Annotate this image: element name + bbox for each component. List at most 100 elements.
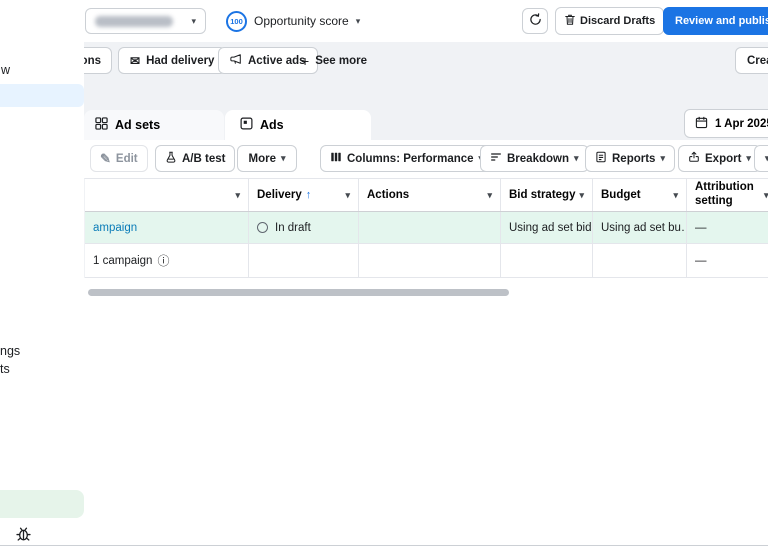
chevron-down-icon: ▾	[191, 15, 196, 26]
megaphone-icon	[230, 53, 242, 68]
discard-drafts-button[interactable]: Discard Drafts	[555, 7, 665, 35]
tab-ads[interactable]: Ads	[225, 110, 371, 140]
column-header-actions-label: Actions	[367, 189, 410, 201]
see-more-button[interactable]: + See more	[301, 47, 367, 74]
filter-chip-had-delivery-label: Had delivery	[146, 54, 215, 67]
opportunity-score[interactable]: 100 Opportunity score ▾	[226, 8, 360, 34]
trash-icon	[564, 13, 576, 29]
attribution-value: —	[695, 221, 707, 234]
envelope-icon: ✉	[130, 53, 141, 68]
table-header-row: ▾ Delivery ↑ ▾ Actions ▾ Bid strategy ▾ …	[85, 179, 768, 212]
column-header-name[interactable]: ▾	[85, 179, 249, 211]
account-selector[interactable]: ▾	[85, 8, 206, 34]
info-icon[interactable]: ⓘ	[157, 252, 169, 269]
export-button[interactable]: Export ▾	[678, 145, 761, 172]
attribution-summary-value: —	[695, 254, 707, 267]
cell-budget-empty	[593, 244, 687, 277]
column-header-delivery[interactable]: Delivery ↑ ▾	[249, 179, 359, 211]
columns-icon	[330, 151, 342, 166]
sidebar-promo-card[interactable]	[0, 490, 84, 518]
discard-drafts-label: Discard Drafts	[580, 15, 656, 27]
reports-label: Reports	[612, 152, 656, 165]
calendar-icon	[695, 116, 708, 132]
cell-campaign-name: ampaign	[85, 212, 249, 243]
sidebar-item-fragment-reports[interactable]: ts	[0, 362, 10, 376]
plus-icon: +	[301, 52, 310, 69]
edit-button[interactable]: ✎ Edit	[90, 145, 148, 172]
ab-test-button[interactable]: A/B test	[155, 145, 236, 172]
ad-sets-grid-icon	[95, 117, 108, 133]
column-header-attribution[interactable]: Attribution setting ▾	[687, 179, 768, 211]
chevron-down-icon[interactable]: ▾	[235, 190, 240, 200]
breakdown-button[interactable]: Breakdown ▾	[480, 145, 589, 172]
tab-ad-sets[interactable]: Ad sets	[84, 110, 224, 140]
budget-value: Using ad set bu…	[601, 221, 687, 234]
column-header-delivery-label: Delivery	[257, 189, 302, 201]
refresh-icon	[529, 13, 542, 29]
tab-ads-label: Ads	[260, 118, 284, 132]
chevron-down-icon[interactable]: ▾	[579, 190, 584, 200]
sidebar-item-fragment-settings[interactable]: ngs	[0, 344, 20, 358]
chevron-down-icon[interactable]: ▾	[764, 190, 768, 200]
column-header-budget[interactable]: Budget ▾	[593, 179, 687, 211]
opportunity-score-badge: 100	[226, 10, 247, 32]
sidebar-item-fragment-top[interactable]: w	[1, 63, 10, 77]
more-button[interactable]: More ▾	[237, 145, 297, 172]
tab-ad-sets-label: Ad sets	[115, 118, 161, 132]
review-publish-label: Review and publish (	[675, 15, 768, 27]
export-label: Export	[705, 152, 742, 165]
cell-attribution-summary: —	[687, 244, 768, 277]
create-button[interactable]: Create	[735, 47, 768, 74]
report-document-icon	[595, 151, 607, 166]
ab-test-label: A/B test	[182, 152, 226, 165]
cell-summary-label: 1 campaign ⓘ	[85, 244, 249, 277]
opportunity-score-label: Opportunity score	[254, 14, 349, 28]
chevron-down-icon: ▾	[746, 153, 751, 163]
chevron-down-icon: ▾	[660, 153, 665, 163]
date-range-label: 1 Apr 2025 - 1	[715, 117, 768, 130]
breakdown-icon	[490, 151, 502, 166]
cell-budget: Using ad set bu…	[593, 212, 687, 243]
filter-chip-partial-label: ons	[84, 54, 101, 67]
chart-view-dropdown-button[interactable]: ▾	[754, 145, 768, 172]
review-publish-button[interactable]: Review and publish (	[663, 7, 768, 35]
chevron-down-icon: ▾	[355, 15, 361, 26]
chevron-down-icon[interactable]: ▾	[673, 190, 678, 200]
see-more-label: See more	[315, 54, 367, 67]
ads-manager-screen: w ngs ts ▾ 100 Opportunity score ▾ Disca…	[0, 0, 768, 550]
sidebar-item-selected[interactable]	[0, 84, 84, 107]
horizontal-scrollbar[interactable]	[88, 289, 509, 296]
account-name-redacted	[95, 15, 173, 27]
campaigns-table: ▾ Delivery ↑ ▾ Actions ▾ Bid strategy ▾ …	[84, 178, 768, 278]
campaign-name-link[interactable]: ampaign	[93, 222, 137, 234]
ads-frame-icon	[240, 117, 253, 133]
filter-chip-partial[interactable]: ons	[84, 47, 112, 74]
chevron-down-icon[interactable]: ▾	[345, 190, 350, 200]
export-icon	[688, 151, 700, 166]
table-toolbar: ✎ Edit A/B test More ▾ Columns: Performa…	[84, 140, 768, 178]
more-label: More	[248, 152, 276, 165]
chevron-down-icon: ▾	[574, 153, 579, 163]
filter-chip-active-ads-label: Active ads	[248, 54, 306, 67]
top-bar: ▾ 100 Opportunity score ▾ Discard Drafts	[0, 0, 768, 42]
reports-button[interactable]: Reports ▾	[585, 145, 675, 172]
column-header-bid-strategy[interactable]: Bid strategy ▾	[501, 179, 593, 211]
chevron-down-icon: ▾	[280, 153, 286, 163]
chevron-down-icon[interactable]: ▾	[487, 190, 492, 200]
sort-ascending-icon[interactable]: ↑	[306, 189, 312, 201]
column-header-bid-strategy-label: Bid strategy	[509, 189, 576, 201]
filters-and-tabs-area: ons ✉ Had delivery Active ads + See more…	[84, 42, 768, 140]
draft-status-icon	[257, 222, 268, 233]
date-range-picker[interactable]: 1 Apr 2025 - 1	[684, 109, 768, 138]
table-row-campaign-draft[interactable]: ampaign In draft Using ad set bid… Using…	[85, 212, 768, 244]
flask-icon	[165, 151, 177, 166]
cell-actions-empty	[359, 244, 501, 277]
bid-strategy-value: Using ad set bid…	[509, 221, 592, 234]
columns-button[interactable]: Columns: Performance ▾	[320, 145, 494, 172]
left-sidebar: w ngs ts	[0, 0, 84, 550]
report-bug-icon[interactable]	[13, 523, 33, 543]
column-header-actions[interactable]: Actions ▾	[359, 179, 501, 211]
filter-chip-had-delivery[interactable]: ✉ Had delivery	[118, 47, 227, 74]
refresh-button[interactable]	[522, 8, 548, 34]
cell-bid-strategy: Using ad set bid…	[501, 212, 593, 243]
